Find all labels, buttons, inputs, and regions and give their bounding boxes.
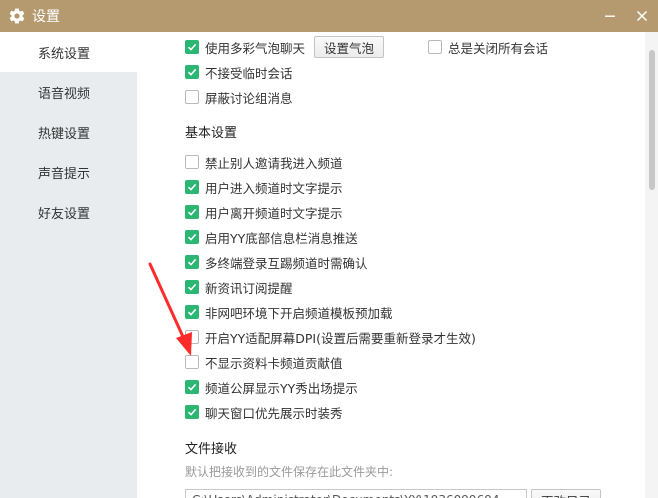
checkbox-checked-icon[interactable] [185,305,199,319]
checkbox-checked-icon[interactable] [185,230,199,244]
scrollbar-thumb[interactable] [649,50,655,190]
option-bottom-push[interactable]: 启用YY底部信息栏消息推送 [185,228,358,246]
sidebar-item-label: 热键设置 [38,126,91,142]
checkbox-unchecked-icon[interactable] [185,155,199,169]
file-receive-hint: 默认把接收到的文件保存在此文件夹中: [185,465,394,479]
option-label: 新资讯订阅提醒 [205,280,293,296]
minimize-button[interactable] [596,0,624,32]
option-fashion-show[interactable]: 聊天窗口优先展示时装秀 [185,403,343,421]
checkbox-checked-icon[interactable] [185,280,199,294]
block-group-msg-option[interactable]: 屏蔽讨论组消息 [185,88,293,106]
option-label: 禁止别人邀请我进入频道 [205,155,343,171]
sidebar-item-friends[interactable]: 好友设置 [0,192,137,232]
option-dpi-adapt[interactable]: 开启YY适配屏幕DPI(设置后需要重新登录才生效) [185,328,476,346]
basic-settings-heading: 基本设置 [185,126,238,141]
sidebar-item-system[interactable]: 系统设置 [0,32,137,72]
option-news-reminder[interactable]: 新资讯订阅提醒 [185,278,293,296]
sidebar-item-voice-video[interactable]: 语音视频 [0,72,137,112]
sidebar-item-hotkeys[interactable]: 热键设置 [0,112,137,152]
settings-sidebar: 系统设置 语音视频 热键设置 声音提示 好友设置 [0,32,137,498]
sidebar-item-label: 语音视频 [38,86,91,102]
option-multi-terminal-confirm[interactable]: 多终端登录互踢频道时需确认 [185,253,368,271]
option-label: 开启YY适配屏幕DPI(设置后需要重新登录才生效) [205,330,476,346]
gear-icon [4,0,30,32]
option-label: 用户进入频道时文字提示 [205,180,343,196]
option-label: 用户离开频道时文字提示 [205,205,343,221]
option-label: 聊天窗口优先展示时装秀 [205,405,343,421]
checkbox-unchecked-icon[interactable] [185,355,199,369]
option-label: 屏蔽讨论组消息 [205,90,293,106]
set-bubble-button[interactable]: 设置气泡 [314,36,384,58]
checkbox-checked-icon[interactable] [185,180,199,194]
option-no-invite[interactable]: 禁止别人邀请我进入频道 [185,153,343,171]
close-icon [636,10,648,22]
option-label: 启用YY底部信息栏消息推送 [205,230,358,246]
close-button[interactable] [628,0,656,32]
window-title: 设置 [32,9,60,25]
checkbox-unchecked-icon[interactable] [428,40,442,54]
option-label: 总是关闭所有会话 [448,40,549,56]
checkbox-checked-icon[interactable] [185,405,199,419]
checkbox-checked-icon[interactable] [185,380,199,394]
option-leave-tip[interactable]: 用户离开频道时文字提示 [185,203,343,221]
option-label: 多终端登录互踢频道时需确认 [205,255,368,271]
checkbox-unchecked-icon[interactable] [185,90,199,104]
option-template-preload[interactable]: 非网吧环境下开启频道模板预加载 [185,303,393,321]
download-path-field[interactable]: C:\Users\Administrator\Documents\YY\1936… [185,489,527,498]
checkbox-unchecked-icon[interactable] [185,330,199,344]
change-directory-button[interactable]: 更改目录 [531,489,601,498]
sidebar-item-sound[interactable]: 声音提示 [0,152,137,192]
option-label: 频道公屏显示YY秀出场提示 [205,380,358,396]
option-label: 非网吧环境下开启频道模板预加载 [205,305,393,321]
checkbox-checked-icon[interactable] [185,65,199,79]
sidebar-item-label: 好友设置 [38,206,91,222]
colorful-bubble-option[interactable]: 使用多彩气泡聊天 [185,38,305,56]
file-receive-heading: 文件接收 [185,442,238,457]
sidebar-item-label: 声音提示 [38,166,91,182]
minimize-icon [605,15,615,17]
checkbox-checked-icon[interactable] [185,205,199,219]
sidebar-item-label: 系统设置 [38,46,91,62]
settings-content: 使用多彩气泡聊天 设置气泡 总是关闭所有会话 不接受临时会话 屏蔽讨论组消息 基… [137,32,645,498]
option-yy-show-tip[interactable]: 频道公屏显示YY秀出场提示 [185,378,358,396]
always-close-sessions-option[interactable]: 总是关闭所有会话 [428,38,548,56]
checkbox-checked-icon[interactable] [185,40,199,54]
option-label: 不显示资料卡频道贡献值 [205,355,343,371]
option-label: 使用多彩气泡聊天 [205,40,306,56]
option-hide-contribution[interactable]: 不显示资料卡频道贡献值 [185,353,343,371]
no-temp-chat-option[interactable]: 不接受临时会话 [185,63,293,81]
title-bar: 设置 [0,0,658,32]
checkbox-checked-icon[interactable] [185,255,199,269]
option-enter-tip[interactable]: 用户进入频道时文字提示 [185,178,343,196]
vertical-scrollbar[interactable] [645,32,658,498]
option-label: 不接受临时会话 [205,65,293,81]
